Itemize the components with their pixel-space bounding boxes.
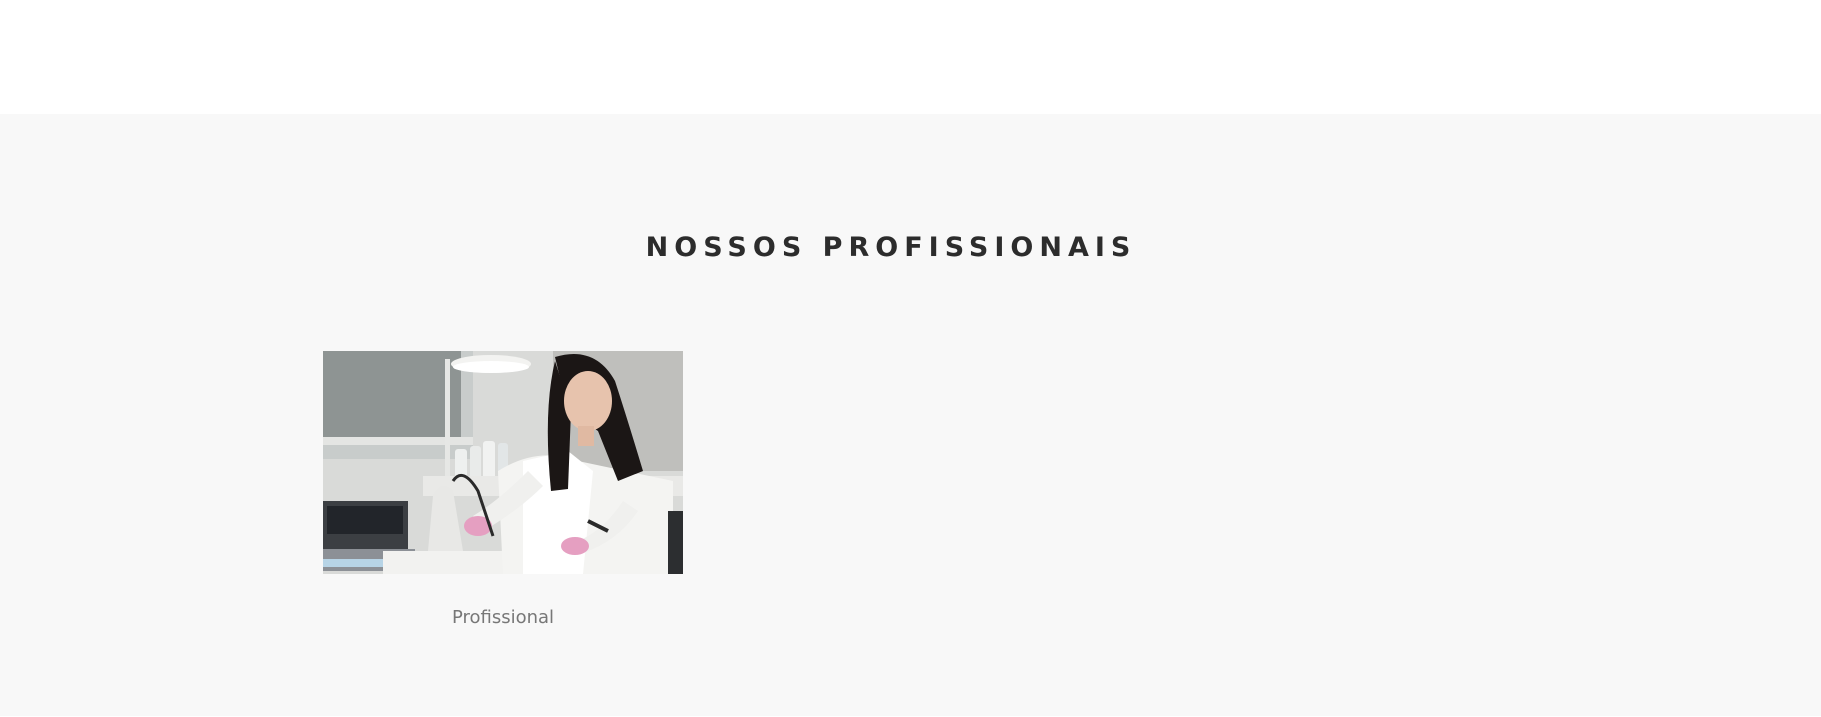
professional-caption: Profissional xyxy=(451,607,555,628)
section-title: NOSSOS PROFISSIONAIS xyxy=(645,232,1137,263)
professionals-section: NOSSOS PROFISSIONAIS Profissional xyxy=(0,114,1821,716)
professional-card[interactable]: Profissional xyxy=(323,351,683,628)
header-area xyxy=(0,0,1821,114)
professional-photo[interactable] xyxy=(323,351,683,574)
